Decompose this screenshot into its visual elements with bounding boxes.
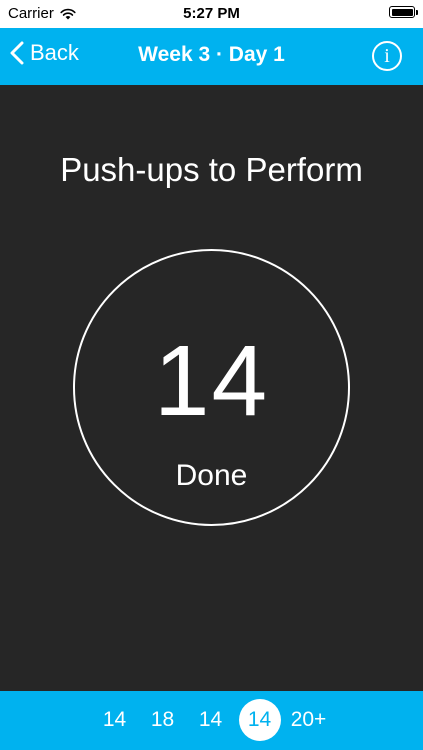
done-label: Done [175, 459, 248, 492]
set-item: 14 [198, 708, 223, 731]
set-list: 14 18 14 14 20+ [0, 699, 423, 741]
set-item: 20+ [290, 708, 327, 731]
rep-done-button[interactable]: 14 Done [73, 249, 350, 526]
navigation-bar: Back Week 3 · Day 1 i [0, 28, 423, 85]
status-bar: Carrier 5:27 PM [0, 0, 423, 28]
set-item: 18 [150, 708, 175, 731]
chevron-left-icon [10, 41, 24, 65]
back-label: Back [30, 40, 79, 65]
app-screen: Carrier 5:27 PM Back Week 3 · Day 1 i Pu… [0, 0, 423, 750]
set-progress-bar: 14 18 14 14 20+ [0, 691, 423, 750]
set-item: 14 [102, 708, 127, 731]
status-time: 5:27 PM [183, 5, 240, 22]
info-button[interactable]: i [372, 41, 402, 71]
info-icon: i [384, 45, 390, 67]
back-button[interactable]: Back [10, 40, 79, 66]
headline: Push-ups to Perform [60, 151, 363, 188]
set-item-current: 14 [238, 699, 281, 741]
battery-icon [389, 6, 418, 18]
workout-panel: Push-ups to Perform 14 Done [0, 85, 423, 691]
battery-level [391, 8, 413, 16]
rep-count: 14 [153, 325, 270, 437]
